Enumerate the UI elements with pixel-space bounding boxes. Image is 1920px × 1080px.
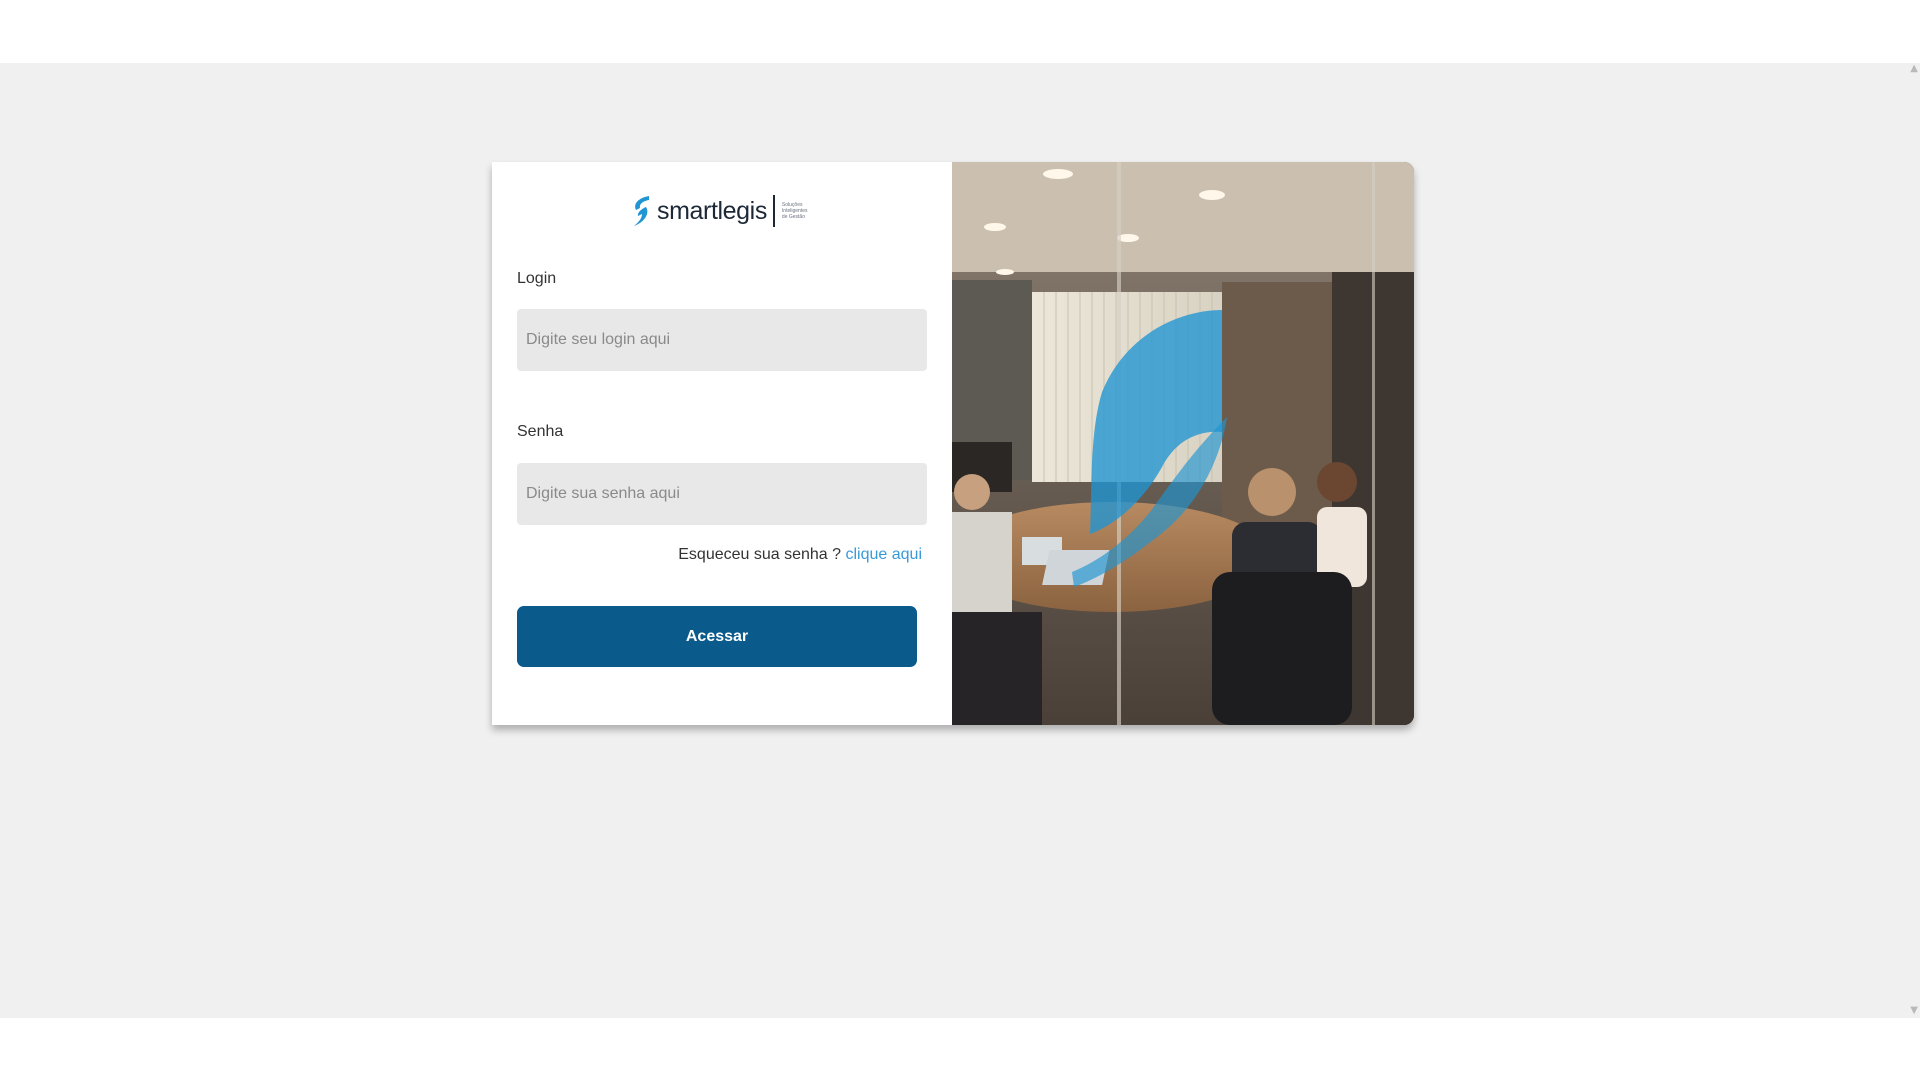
- brand-tagline: Soluções Inteligentes de Gestão: [782, 202, 808, 220]
- scroll-down-arrow-icon[interactable]: ▼: [1910, 1006, 1918, 1016]
- brand-name: smartlegis: [657, 196, 767, 225]
- password-input[interactable]: [517, 463, 927, 525]
- login-card: smartlegis Soluções Inteligentes de Gest…: [492, 162, 1414, 725]
- login-form-panel: smartlegis Soluções Inteligentes de Gest…: [492, 162, 952, 725]
- forgot-password-row: Esqueceu sua senha ? clique aqui: [678, 546, 922, 564]
- password-label: Senha: [517, 423, 564, 440]
- forgot-password-text: Esqueceu sua senha ?: [678, 546, 842, 563]
- login-label: Login: [517, 270, 557, 287]
- login-input[interactable]: [517, 309, 927, 371]
- brand-logo: smartlegis Soluções Inteligentes de Gest…: [629, 195, 808, 227]
- smartlegis-s-icon: [629, 195, 653, 227]
- office-meeting-illustration: [952, 162, 1414, 725]
- brand-tagline-line: de Gestão: [781, 214, 805, 220]
- forgot-password-link[interactable]: clique aqui: [846, 546, 923, 563]
- logo-separator: [772, 195, 775, 227]
- submit-button[interactable]: Acessar: [517, 606, 917, 667]
- scroll-up-arrow-icon[interactable]: ▲: [1910, 64, 1918, 74]
- office-meeting-photo: [952, 162, 1414, 725]
